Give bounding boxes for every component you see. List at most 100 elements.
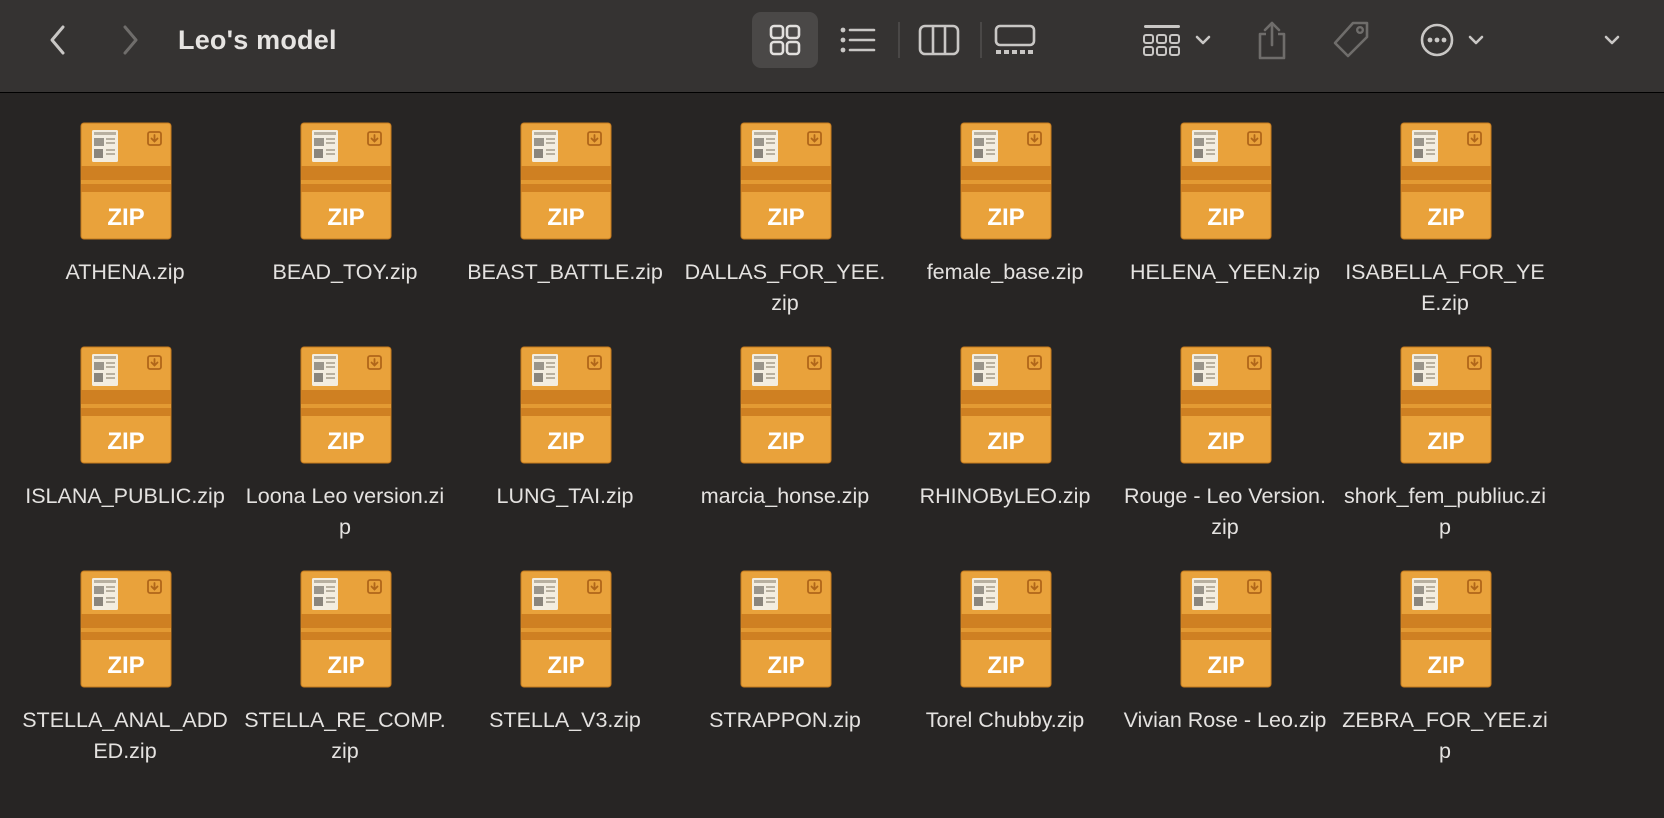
- chevron-down-icon: [1604, 35, 1620, 45]
- file-name: LUNG_TAI.zip: [496, 484, 634, 508]
- toolbar-overflow-button[interactable]: [1594, 24, 1630, 56]
- zip-label: ZIP: [767, 428, 804, 455]
- file-item[interactable]: ZIP marcia_honse.zip: [680, 346, 890, 566]
- file-item[interactable]: ZIP Rouge - Leo Version.zip: [1120, 346, 1330, 566]
- file-item[interactable]: ZIP ISLANA_PUBLIC.zip: [20, 346, 230, 566]
- zip-label: ZIP: [1207, 652, 1244, 679]
- zip-archive-icon: ZIP: [520, 346, 612, 464]
- zip-archive-icon: ZIP: [740, 122, 832, 240]
- zip-archive-icon: ZIP: [1400, 570, 1492, 688]
- icon-view-icon: [769, 24, 801, 56]
- zip-archive-icon: ZIP: [1400, 346, 1492, 464]
- file-item[interactable]: ZIP LUNG_TAI.zip: [460, 346, 670, 566]
- zip-label: ZIP: [767, 204, 804, 231]
- tag-button[interactable]: [1328, 18, 1374, 62]
- zip-archive-icon: ZIP: [960, 122, 1052, 240]
- file-name: Vivian Rose - Leo.zip: [1123, 708, 1327, 732]
- zip-label: ZIP: [1427, 204, 1464, 231]
- file-item[interactable]: ZIP STELLA_V3.zip: [460, 570, 670, 790]
- list-view-icon: [840, 27, 876, 53]
- file-item[interactable]: ZIP BEAD_TOY.zip: [240, 122, 450, 342]
- group-button[interactable]: [1140, 18, 1214, 62]
- toolbar: Leo's model: [0, 0, 1664, 93]
- file-name: ATHENA.zip: [65, 260, 185, 284]
- zip-archive-icon: ZIP: [1180, 346, 1272, 464]
- zip-archive-icon: ZIP: [1180, 570, 1272, 688]
- zip-label: ZIP: [767, 652, 804, 679]
- zip-archive-icon: ZIP: [80, 346, 172, 464]
- gallery-view-button[interactable]: [992, 18, 1038, 62]
- file-item[interactable]: ZIP DALLAS_FOR_YEE.zip: [680, 122, 890, 342]
- group-grid-icon: [1143, 25, 1180, 56]
- zip-label: ZIP: [1427, 652, 1464, 679]
- zip-label: ZIP: [327, 204, 364, 231]
- file-item[interactable]: ZIP ZEBRA_FOR_YEE.zip: [1340, 570, 1550, 790]
- toolbar-separator: [898, 22, 900, 58]
- share-button[interactable]: [1252, 16, 1292, 64]
- file-name: Torel Chubby.zip: [925, 708, 1085, 732]
- file-item[interactable]: ZIP female_base.zip: [900, 122, 1110, 342]
- window-title: Leo's model: [178, 25, 337, 55]
- file-item[interactable]: ZIP Vivian Rose - Leo.zip: [1120, 570, 1330, 790]
- file-name: BEAD_TOY.zip: [272, 260, 418, 284]
- chevron-right-icon: [123, 25, 138, 55]
- zip-archive-icon: ZIP: [960, 570, 1052, 688]
- zip-label: ZIP: [1207, 428, 1244, 455]
- zip-archive-icon: ZIP: [80, 570, 172, 688]
- chevron-down-icon: [1195, 35, 1211, 45]
- file-item[interactable]: ZIP RHINOByLEO.zip: [900, 346, 1110, 566]
- file-name: marcia_honse.zip: [700, 484, 870, 508]
- file-item[interactable]: ZIP BEAST_BATTLE.zip: [460, 122, 670, 342]
- zip-archive-icon: ZIP: [1180, 122, 1272, 240]
- column-view-icon: [918, 24, 960, 56]
- zip-label: ZIP: [547, 204, 584, 231]
- zip-label: ZIP: [547, 652, 584, 679]
- forward-button[interactable]: [112, 20, 148, 60]
- zip-archive-icon: ZIP: [740, 346, 832, 464]
- column-view-button[interactable]: [916, 18, 962, 62]
- icon-view-button[interactable]: [752, 12, 818, 68]
- tag-icon: [1333, 21, 1369, 58]
- zip-archive-icon: ZIP: [300, 122, 392, 240]
- file-grid: ZIP ATHENA.zip ZIP BEAD_TOY.zip ZIP BEAST_BAT…: [0, 94, 1664, 818]
- share-icon: [1258, 21, 1286, 60]
- file-name: ISABELLA_FOR_YEE.zip: [1345, 260, 1545, 315]
- file-item[interactable]: ZIP STELLA_ANAL_ADDED.zip: [20, 570, 230, 790]
- zip-label: ZIP: [547, 428, 584, 455]
- zip-label: ZIP: [1427, 428, 1464, 455]
- file-item[interactable]: ZIP ATHENA.zip: [20, 122, 230, 342]
- zip-label: ZIP: [107, 428, 144, 455]
- zip-label: ZIP: [107, 652, 144, 679]
- zip-archive-icon: ZIP: [80, 122, 172, 240]
- file-item[interactable]: ZIP HELENA_YEEN.zip: [1120, 122, 1330, 342]
- file-name: shork_fem_publiuc.zip: [1344, 484, 1546, 539]
- list-view-button[interactable]: [836, 18, 880, 62]
- back-button[interactable]: [40, 20, 76, 60]
- file-name: STELLA_ANAL_ADDED.zip: [22, 708, 228, 763]
- file-name: female_base.zip: [926, 260, 1084, 284]
- more-actions-button[interactable]: [1414, 18, 1490, 62]
- zip-archive-icon: ZIP: [960, 346, 1052, 464]
- chevron-left-icon: [50, 25, 65, 55]
- zip-archive-icon: ZIP: [740, 570, 832, 688]
- file-name: STELLA_RE_COMP.zip: [244, 708, 446, 763]
- zip-archive-icon: ZIP: [520, 570, 612, 688]
- zip-label: ZIP: [107, 204, 144, 231]
- file-name: HELENA_YEEN.zip: [1130, 260, 1320, 284]
- file-item[interactable]: ZIP ISABELLA_FOR_YEE.zip: [1340, 122, 1550, 342]
- file-item[interactable]: ZIP STRAPPON.zip: [680, 570, 890, 790]
- zip-label: ZIP: [987, 652, 1024, 679]
- ellipsis-circle-icon: [1420, 23, 1454, 57]
- zip-archive-icon: ZIP: [520, 122, 612, 240]
- file-name: DALLAS_FOR_YEE.zip: [684, 260, 886, 315]
- file-name: ISLANA_PUBLIC.zip: [25, 484, 225, 508]
- zip-label: ZIP: [327, 652, 364, 679]
- file-name: Rouge - Leo Version.zip: [1124, 484, 1326, 539]
- file-name: ZEBRA_FOR_YEE.zip: [1342, 708, 1548, 763]
- file-item[interactable]: ZIP STELLA_RE_COMP.zip: [240, 570, 450, 790]
- zip-label: ZIP: [987, 428, 1024, 455]
- gallery-view-icon: [994, 24, 1036, 54]
- file-item[interactable]: ZIP shork_fem_publiuc.zip: [1340, 346, 1550, 566]
- file-item[interactable]: ZIP Loona Leo version.zip: [240, 346, 450, 566]
- file-item[interactable]: ZIP Torel Chubby.zip: [900, 570, 1110, 790]
